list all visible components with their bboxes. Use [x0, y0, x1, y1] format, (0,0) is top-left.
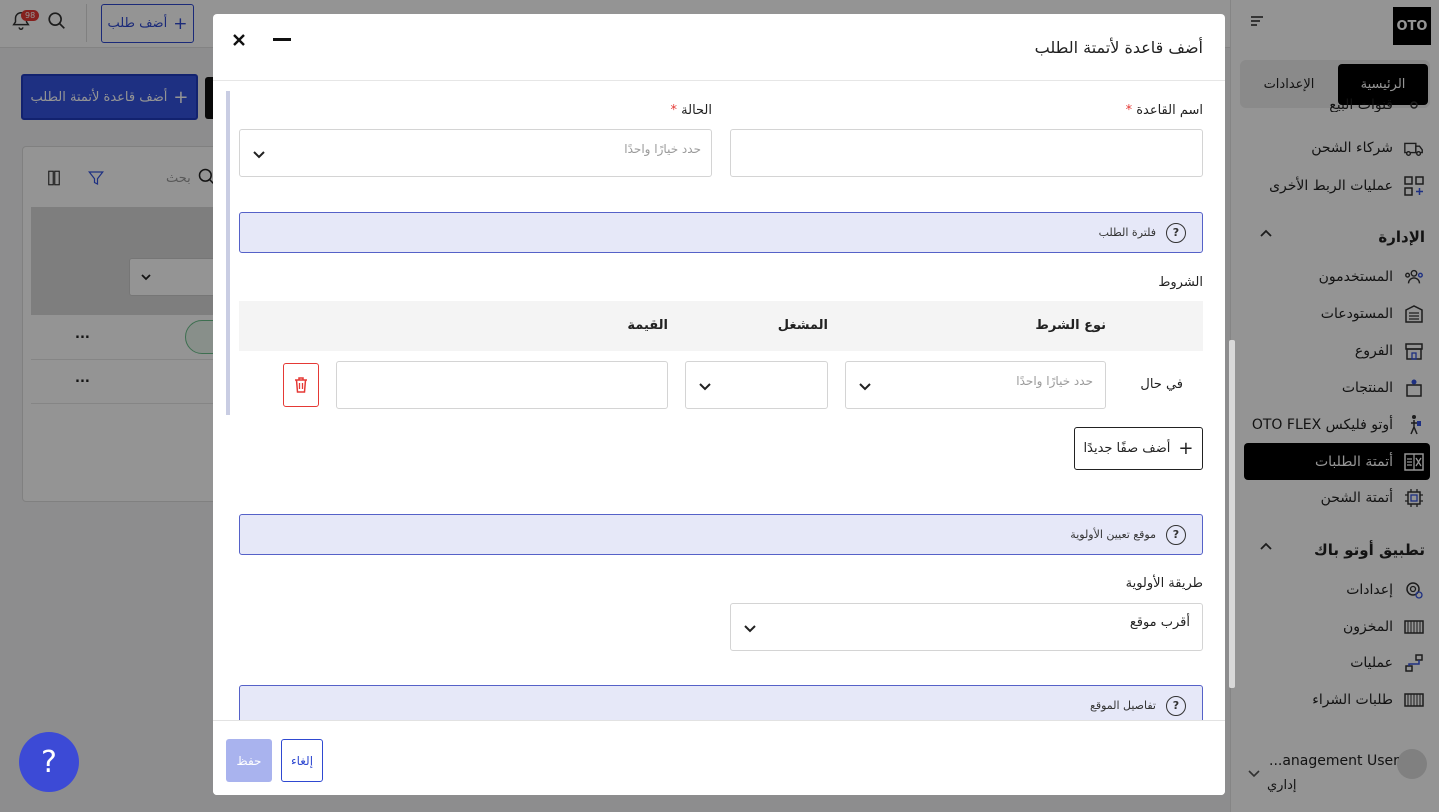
banner-text: موقع تعيين الأولوية — [1070, 528, 1156, 541]
conditions-table-header: نوع الشرط المشغل القيمة — [239, 301, 1203, 351]
header-divider — [213, 80, 1225, 81]
priority-method-value: أقرب موقع — [1129, 615, 1190, 630]
minimize-icon[interactable] — [273, 38, 291, 41]
priority-method-label: طريقة الأولوية — [1125, 576, 1203, 591]
rule-name-input[interactable] — [730, 129, 1203, 177]
chevron-down-icon — [699, 383, 711, 391]
required-mark: * — [1125, 103, 1133, 118]
condition-value-input[interactable] — [336, 361, 668, 409]
help-button[interactable]: ? — [19, 732, 79, 792]
question-icon[interactable]: ? — [1166, 695, 1186, 716]
question-icon: ? — [41, 744, 57, 780]
trash-icon — [295, 377, 307, 393]
condition-prefix: في حال — [1140, 377, 1183, 392]
operator-select[interactable] — [685, 361, 828, 409]
add-row-label: أضف صفًا جديدًا — [1083, 441, 1171, 456]
close-icon[interactable] — [231, 32, 247, 52]
chevron-down-icon — [744, 625, 756, 633]
banner-text: تفاصيل الموقع — [1089, 699, 1156, 712]
question-icon[interactable]: ? — [1166, 222, 1186, 243]
condition-type-select[interactable]: حدد خيارًا واحدًا — [845, 361, 1106, 409]
condition-type-placeholder: حدد خيارًا واحدًا — [1016, 374, 1093, 388]
chevron-down-icon — [253, 151, 265, 159]
order-filter-banner: فلترة الطلب ? — [239, 212, 1203, 253]
plus-icon: + — [1178, 438, 1194, 459]
scroll-indicator — [226, 91, 230, 415]
status-select[interactable]: حدد خيارًا واحدًا — [239, 129, 712, 177]
conditions-label: الشروط — [1158, 275, 1203, 290]
delete-row-button[interactable] — [283, 363, 319, 407]
save-button[interactable]: حفظ — [226, 739, 272, 782]
banner-text: فلترة الطلب — [1098, 226, 1156, 239]
status-placeholder: حدد خيارًا واحدًا — [624, 142, 701, 156]
rule-name-label-text: اسم القاعدة — [1136, 103, 1203, 118]
modal-footer: حفظ إلغاء — [213, 720, 1225, 795]
cancel-button[interactable]: إلغاء — [281, 739, 323, 782]
save-label: حفظ — [236, 753, 262, 768]
add-row-button[interactable]: + أضف صفًا جديدًا — [1074, 427, 1203, 470]
status-label-text: الحالة — [681, 103, 712, 118]
question-icon[interactable]: ? — [1166, 524, 1186, 545]
chevron-down-icon — [859, 383, 871, 391]
header-condition-type: نوع الشرط — [1035, 318, 1106, 333]
priority-location-banner: موقع تعيين الأولوية ? — [239, 514, 1203, 555]
required-mark: * — [670, 103, 678, 118]
modal-title: أضف قاعدة لأتمتة الطلب — [1034, 38, 1203, 57]
header-operator: المشغل — [777, 318, 828, 333]
status-label: الحالة * — [671, 103, 713, 118]
rule-name-label: اسم القاعدة * — [1126, 103, 1203, 118]
priority-method-select[interactable]: أقرب موقع — [730, 603, 1203, 651]
header-value: القيمة — [627, 318, 668, 333]
cancel-label: إلغاء — [290, 753, 314, 768]
add-rule-modal: أضف قاعدة لأتمتة الطلب اسم القاعدة * الح… — [213, 14, 1225, 795]
scrollbar[interactable] — [1229, 340, 1235, 688]
